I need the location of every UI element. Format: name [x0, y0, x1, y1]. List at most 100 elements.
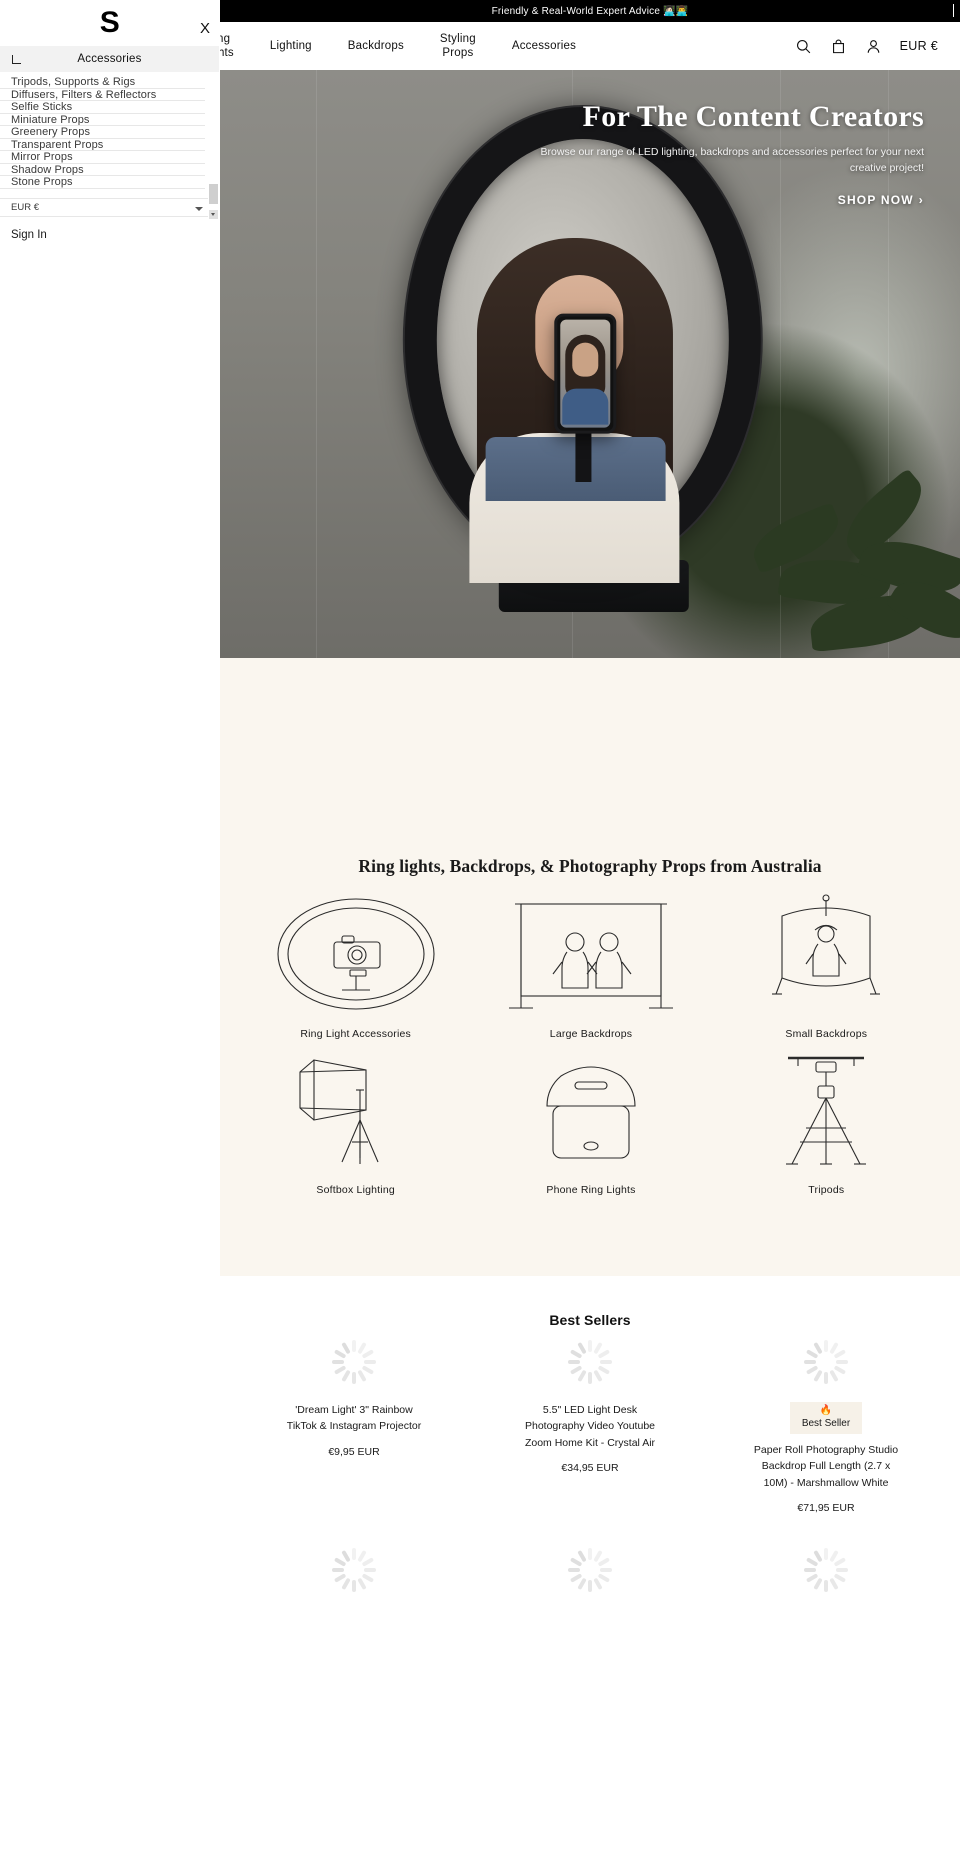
drawer-item-label: Transparent Props	[11, 138, 104, 151]
product-card[interactable]: 'Dream Light' 3" Rainbow TikTok & Instag…	[236, 1340, 472, 1514]
drawer-menu-list: Tripods, Supports & Rigs Diffusers, Filt…	[0, 72, 219, 189]
category-card-softbox-lighting[interactable]: Softbox Lighting	[238, 1046, 473, 1196]
tripods-icon	[786, 1056, 867, 1165]
hero-phone	[554, 314, 617, 435]
loading-spinner-icon	[332, 1340, 376, 1384]
category-section: Ring lights, Backdrops, & Photography Pr…	[220, 658, 960, 1276]
sign-in-link[interactable]: Sign In	[0, 229, 219, 241]
product-card[interactable]	[236, 1547, 472, 1610]
product-name: 5.5" LED Light Desk Photography Video Yo…	[524, 1404, 656, 1449]
category-label: Ring Light Accessories	[300, 1028, 411, 1040]
fire-icon: 🔥	[819, 1405, 833, 1416]
category-label: Phone Ring Lights	[546, 1184, 636, 1196]
nav-item-backdrops[interactable]: Backdrops	[330, 39, 422, 53]
product-price: €71,95 EUR	[797, 1501, 855, 1514]
product-card[interactable]: 5.5" LED Light Desk Photography Video Yo…	[472, 1340, 708, 1514]
hero-text-block: For The Content Creators Browse our rang…	[504, 100, 924, 209]
scrollbar-thumb[interactable]	[209, 184, 218, 204]
drawer-title: Accessories	[77, 53, 142, 65]
product-name: 'Dream Light' 3" Rainbow TikTok & Instag…	[286, 1404, 422, 1433]
loading-spinner-icon	[804, 1547, 848, 1592]
product-price: €9,95 EUR	[328, 1445, 380, 1458]
drawer-item-tripods-supports-rigs[interactable]: Tripods, Supports & Rigs	[0, 76, 219, 89]
drawer-item-miniature-props[interactable]: Miniature Props	[0, 113, 219, 126]
category-grid: Ring Light Accessories Large Backdrops S…	[238, 890, 944, 1196]
chevron-right-icon: ›	[918, 192, 924, 207]
site-logo[interactable]: S	[0, 0, 219, 46]
drawer-item-label: Greenery Props	[11, 126, 91, 139]
ring-light-accessories-icon	[277, 898, 435, 1010]
category-label: Softbox Lighting	[316, 1184, 395, 1196]
back-arrow-icon[interactable]	[12, 54, 21, 64]
category-label: Small Backdrops	[785, 1028, 868, 1040]
drawer-item-stone-props[interactable]: Stone Props	[0, 176, 219, 189]
search-icon[interactable]	[795, 38, 812, 55]
hero-title: For The Content Creators	[582, 100, 924, 133]
category-card-small-backdrops[interactable]: Small Backdrops	[709, 890, 944, 1040]
announcement-divider	[953, 4, 954, 17]
category-card-tripods[interactable]: Tripods	[709, 1046, 944, 1196]
currency-selector[interactable]: EUR €	[900, 39, 938, 53]
chevron-down-icon	[195, 206, 203, 211]
category-label: Large Backdrops	[549, 1028, 633, 1040]
nav-item-accessories[interactable]: Accessories	[494, 39, 594, 53]
drawer-item-label: Selfie Sticks	[11, 101, 73, 114]
phone-ring-lights-icon	[546, 1066, 636, 1159]
drawer-item-label: Mirror Props	[11, 151, 73, 164]
drawer-item-label: Diffusers, Filters & Reflectors	[11, 88, 157, 101]
nav-item-styling-props[interactable]: Styling Props	[422, 32, 494, 61]
drawer-item-greenery-props[interactable]: Greenery Props	[0, 126, 219, 139]
large-backdrops-icon	[508, 903, 673, 1009]
drawer-header: Accessories	[0, 46, 219, 72]
shop-now-label: SHOP NOW	[837, 192, 914, 207]
drawer-item-diffusers-filters-reflectors[interactable]: Diffusers, Filters & Reflectors	[0, 88, 219, 101]
main-navigation: Ring Lights Lighting Backdrops Styling P…	[202, 22, 960, 70]
badge-label: Best Seller	[801, 1418, 851, 1429]
category-card-large-backdrops[interactable]: Large Backdrops	[473, 890, 708, 1040]
mobile-menu-drawer: S Accessories Tripods, Supports & Rigs D…	[0, 0, 220, 1875]
nav-links: Ring Lights Lighting Backdrops Styling P…	[184, 32, 594, 61]
category-label: Tripods	[808, 1184, 845, 1196]
drawer-currency-label: EUR €	[11, 201, 39, 213]
loading-spinner-icon	[568, 1547, 612, 1592]
drawer-item-mirror-props[interactable]: Mirror Props	[0, 151, 219, 164]
drawer-item-label: Shadow Props	[11, 163, 84, 176]
loading-spinner-icon	[332, 1547, 376, 1592]
category-card-ring-light-accessories[interactable]: Ring Light Accessories	[238, 890, 473, 1040]
best-sellers-grid: 'Dream Light' 3" Rainbow TikTok & Instag…	[236, 1340, 944, 1610]
drawer-currency-selector[interactable]: EUR €	[0, 197, 219, 217]
hero-banner: For The Content Creators Browse our rang…	[220, 70, 960, 658]
loading-spinner-icon	[804, 1340, 848, 1384]
drawer-item-shadow-props[interactable]: Shadow Props	[0, 163, 219, 176]
drawer-item-transparent-props[interactable]: Transparent Props	[0, 138, 219, 151]
nav-item-lighting[interactable]: Lighting	[252, 39, 330, 53]
best-sellers-section: Best Sellers 'Dream Light' 3" Rainbow Ti…	[220, 1276, 960, 1875]
logo-letter: S	[99, 6, 120, 39]
scrollbar-down-arrow[interactable]	[209, 210, 218, 219]
hero-plant	[740, 468, 960, 658]
product-price: €34,95 EUR	[561, 1461, 619, 1474]
drawer-item-label: Stone Props	[11, 176, 73, 189]
softbox-lighting-icon	[299, 1059, 379, 1164]
category-card-phone-ring-lights[interactable]: Phone Ring Lights	[473, 1046, 708, 1196]
product-card[interactable]: 🔥 Best Seller Paper Roll Photography Stu…	[708, 1340, 944, 1514]
small-backdrops-icon	[772, 894, 881, 995]
hero-subtitle: Browse our range of LED lighting, backdr…	[540, 146, 924, 174]
product-name: Paper Roll Photography Studio Backdrop F…	[753, 1444, 899, 1489]
announcement-bar: Friendly & Real-World Expert Advice 👩🏻‍💻…	[220, 0, 960, 22]
product-card[interactable]	[472, 1547, 708, 1610]
drawer-item-label: Tripods, Supports & Rigs	[11, 76, 136, 89]
account-icon[interactable]	[865, 38, 882, 55]
drawer-item-selfie-sticks[interactable]: Selfie Sticks	[0, 101, 219, 114]
category-heading: Ring lights, Backdrops, & Photography Pr…	[358, 856, 822, 876]
product-card[interactable]	[708, 1547, 944, 1610]
bag-icon[interactable]	[830, 38, 847, 55]
close-drawer-button[interactable]: X	[200, 20, 210, 37]
best-seller-badge: 🔥 Best Seller	[789, 1402, 863, 1434]
drawer-item-label: Miniature Props	[11, 113, 90, 126]
shop-now-button[interactable]: SHOP NOW ›	[838, 193, 924, 207]
loading-spinner-icon	[568, 1340, 612, 1384]
announcement-text: Friendly & Real-World Expert Advice 👩🏻‍💻…	[491, 5, 689, 17]
best-sellers-title: Best Sellers	[549, 1312, 631, 1328]
nav-utilities: EUR €	[795, 38, 938, 55]
